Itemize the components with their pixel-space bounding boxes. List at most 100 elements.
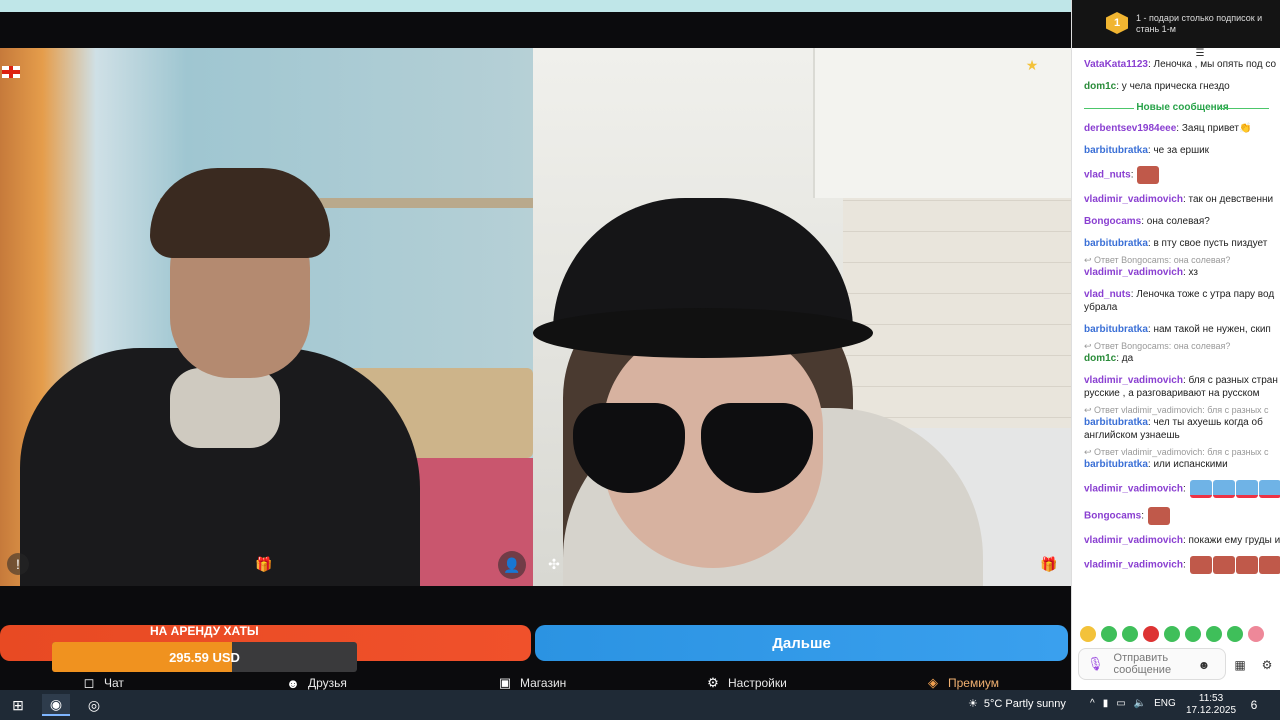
profile-icon[interactable]: 👤 <box>498 551 526 579</box>
nav-shop[interactable]: ▣ Магазин <box>498 675 566 690</box>
donation-progress-bar: 295.59 USD <box>52 642 357 672</box>
country-flag-icon <box>2 66 20 78</box>
emoji-icon[interactable] <box>1101 626 1117 642</box>
chat-message-text: покажи ему груды и попку чтоли <box>1188 535 1280 546</box>
gamepad-icon[interactable]: ✣ <box>543 553 565 575</box>
chat-message-text: нам такой не нужен, скип <box>1153 324 1271 335</box>
system-tray[interactable]: ^ ▮ ▭ 🔈 ENG <box>1090 698 1176 709</box>
chat-username[interactable]: barbitubratka <box>1084 324 1148 335</box>
donation-amount: 295.59 USD <box>169 649 240 665</box>
chat-message-text: че за ершик <box>1153 145 1210 156</box>
chat-message[interactable]: vlad_nuts: Леночка тоже с утра пару вод … <box>1084 288 1280 314</box>
new-messages-separator: Новые сообщения <box>1084 102 1280 113</box>
sticker-icon <box>1212 556 1235 574</box>
separator: : <box>1141 510 1147 522</box>
chat-message[interactable]: derbentsev1984eee: Заяц привет👏 <box>1084 122 1280 135</box>
language-indicator[interactable]: ENG <box>1154 698 1176 709</box>
windows-start-icon[interactable]: ⊞ <box>4 694 32 716</box>
emoji-icon[interactable] <box>1122 626 1138 642</box>
volume-icon[interactable]: 🔈 <box>1134 698 1146 709</box>
lens-left <box>573 403 685 493</box>
chat-message[interactable]: Bongocams: она солевая? <box>1084 215 1280 228</box>
emoji-icon[interactable] <box>1080 626 1096 642</box>
emoji-quick-bar[interactable] <box>1080 626 1280 642</box>
chat-settings-gear-icon[interactable]: ⚙ <box>1259 657 1275 673</box>
chat-message[interactable]: vladimir_vadimovich: бля с разных стран … <box>1084 374 1280 400</box>
chat-message-text: Леночка , мы опять под со <box>1153 59 1277 70</box>
chat-message[interactable]: vladimir_vadimovich: <box>1084 556 1280 574</box>
chat-message[interactable]: dom1c: да <box>1084 352 1280 365</box>
partner-sunglasses <box>573 403 813 493</box>
nav-friends[interactable]: ☻ Друзья <box>286 676 347 691</box>
microphone-icon[interactable]: 🎙 <box>1087 656 1104 672</box>
sticker-icon <box>1189 480 1212 498</box>
store-icon[interactable]: ▦ <box>1232 657 1248 673</box>
clock[interactable]: 11:53 17.12.2025 <box>1186 693 1236 717</box>
emoji-icon[interactable] <box>1143 626 1159 642</box>
chat-username[interactable]: vladimir_vadimovich <box>1084 535 1183 546</box>
emoji-icon[interactable] <box>1206 626 1222 642</box>
chat-message[interactable]: VataKata1123: Леночка , мы опять под со <box>1084 58 1280 71</box>
chat-message[interactable]: vladimir_vadimovich: так он девственни <box>1084 193 1280 206</box>
chat-message[interactable]: vlad_nuts: <box>1084 166 1280 184</box>
weather-widget[interactable]: ☀ 5°C Partly sunny <box>968 697 1066 711</box>
gift-icon[interactable]: 🎁 <box>253 553 275 575</box>
chat-username[interactable]: barbitubratka <box>1084 238 1148 249</box>
chat-username[interactable]: vladimir_vadimovich <box>1084 194 1183 205</box>
nav-friends-label: Друзья <box>308 676 347 690</box>
chat-username[interactable]: vladimir_vadimovich <box>1084 267 1183 278</box>
clock-time: 11:53 <box>1198 693 1224 704</box>
nav-settings[interactable]: ⚙ Настройки <box>706 675 787 690</box>
report-icon[interactable]: ! <box>7 553 29 575</box>
chat-message[interactable]: vladimir_vadimovich: покажи ему груды и … <box>1084 534 1280 547</box>
next-button[interactable]: Дальше <box>535 625 1068 661</box>
chat-message[interactable]: barbitubratka: чел ты ахуешь когда об ан… <box>1084 416 1280 442</box>
chat-username[interactable]: vlad_nuts <box>1084 170 1131 181</box>
chat-username[interactable]: barbitubratka <box>1084 145 1148 156</box>
usb-icon[interactable]: ▮ <box>1103 698 1109 709</box>
smile-icon[interactable]: ☻ <box>1196 657 1212 673</box>
chat-username[interactable]: vlad_nuts <box>1084 289 1131 300</box>
chat-username[interactable]: barbitubratka <box>1084 459 1148 470</box>
chat-messages[interactable]: VataKata1123: Леночка , мы опять под со d… <box>1072 58 1280 620</box>
chat-username[interactable]: Bongocams <box>1084 216 1141 227</box>
battery-icon[interactable]: ▭ <box>1116 698 1125 709</box>
reply-quote: ↩ Ответ Bongocams: она солевая? <box>1084 341 1231 351</box>
chat-message-text: так он девственни <box>1188 194 1274 205</box>
chat-username[interactable]: derbentsev1984eee <box>1084 123 1176 134</box>
separator: : <box>1182 559 1189 571</box>
notifications-icon[interactable]: 6 <box>1244 695 1264 715</box>
emoji-icon[interactable] <box>1227 626 1243 642</box>
chat-message[interactable]: barbitubratka: нам такой не нужен, скип <box>1084 323 1280 336</box>
chat-username[interactable]: Bongocams <box>1084 511 1141 522</box>
chevron-up-icon[interactable]: ^ <box>1090 698 1095 709</box>
chat-message-text: Заяц привет👏 <box>1181 123 1252 134</box>
chrome-icon[interactable]: ◉ <box>42 694 70 716</box>
nav-chat[interactable]: ◻ Чат <box>82 675 124 690</box>
chat-username[interactable]: VataKata1123 <box>1084 59 1148 70</box>
chat-message[interactable]: barbitubratka: в пту свое пусть пиздует <box>1084 237 1280 250</box>
gift-icon[interactable]: 🎁 <box>1038 553 1060 575</box>
sticker-icon <box>1235 480 1258 498</box>
app-icon[interactable]: ◎ <box>80 694 108 716</box>
chat-message[interactable]: vladimir_vadimovich: хз <box>1084 266 1280 279</box>
star-icon[interactable]: ★ <box>1021 54 1043 76</box>
nav-premium[interactable]: ◈ Премиум <box>926 675 999 690</box>
chat-username[interactable]: vladimir_vadimovich <box>1084 484 1183 495</box>
chat-username[interactable]: dom1c <box>1084 353 1116 364</box>
person-shirt <box>170 368 280 448</box>
chat-message-text: хз <box>1188 267 1198 278</box>
chat-message[interactable]: Bongocams: <box>1084 507 1280 525</box>
chat-message[interactable]: vladimir_vadimovich: <box>1084 480 1280 498</box>
emoji-icon[interactable] <box>1164 626 1180 642</box>
lens-right <box>701 403 813 493</box>
chat-message[interactable]: dom1c: у чела прическа гнездо <box>1084 80 1280 93</box>
emoji-icon[interactable] <box>1185 626 1201 642</box>
emoji-icon[interactable] <box>1248 626 1264 642</box>
chat-username[interactable]: vladimir_vadimovich <box>1084 375 1183 386</box>
chat-username[interactable]: dom1c <box>1084 81 1116 92</box>
chat-message[interactable]: barbitubratka: или испанскими <box>1084 458 1280 471</box>
chat-message[interactable]: barbitubratka: че за ершик <box>1084 144 1280 157</box>
chat-username[interactable]: vladimir_vadimovich <box>1084 560 1183 571</box>
chat-username[interactable]: barbitubratka <box>1084 417 1148 428</box>
